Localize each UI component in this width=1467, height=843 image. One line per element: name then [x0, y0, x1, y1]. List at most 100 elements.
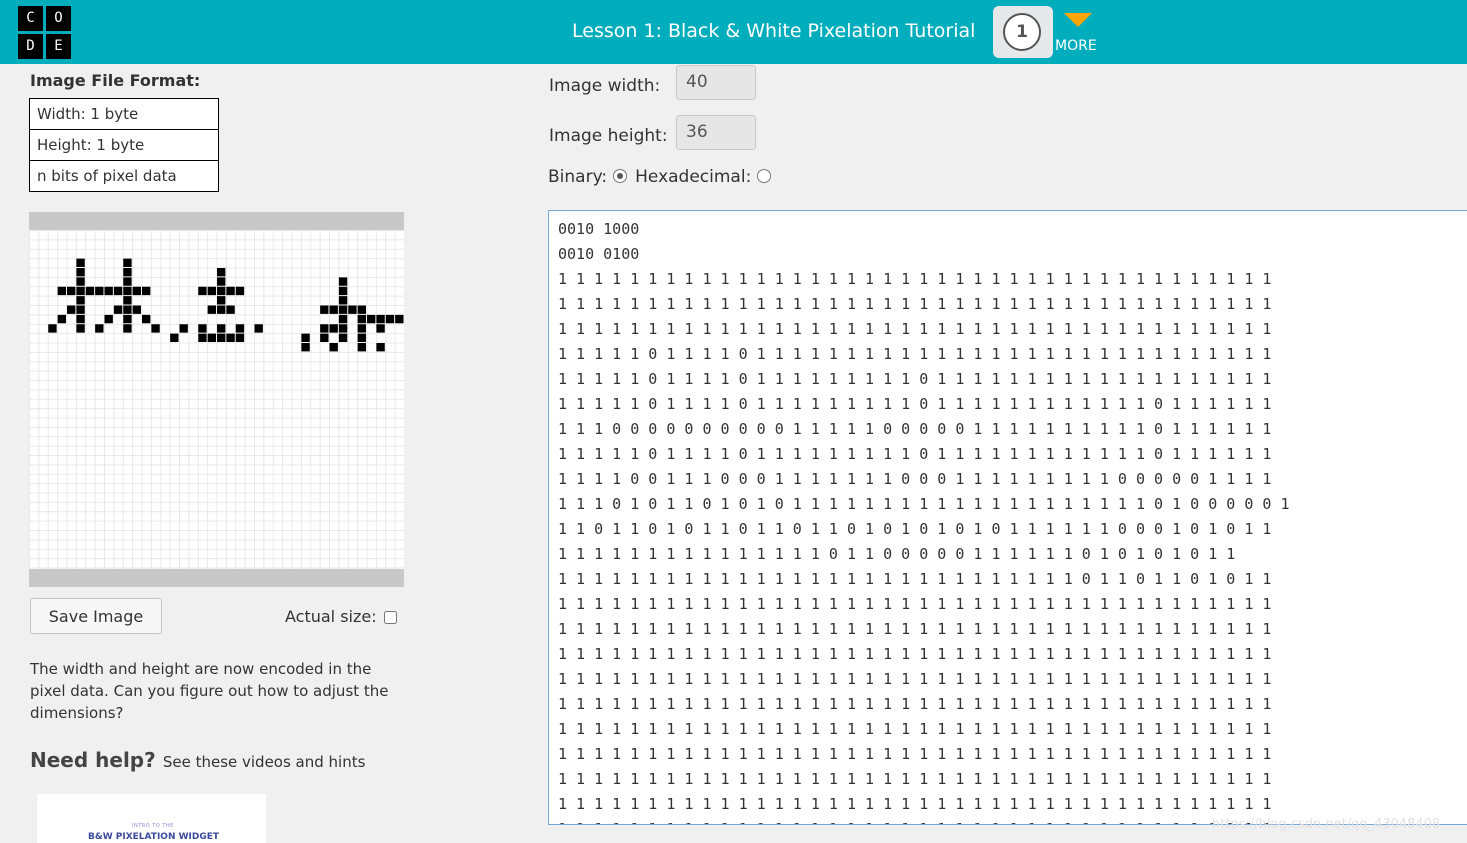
- black-pixel: [198, 324, 207, 333]
- pixel-data-line: 1 1 1 1 1 1 1 1 1 1 1 1 1 1 1 1 1 1 1 1 …: [558, 645, 1272, 663]
- black-pixel: [123, 314, 132, 324]
- black-pixel: [123, 286, 132, 296]
- black-pixel: [338, 296, 348, 305]
- black-pixel: [123, 296, 132, 305]
- black-pixel: [57, 286, 67, 296]
- canvas-scrollbar-top: [29, 212, 404, 230]
- black-pixel: [76, 324, 85, 333]
- black-pixel: [367, 314, 376, 324]
- black-pixel: [76, 296, 85, 305]
- pixel-data-line: 1 1 1 1 1 0 1 1 1 1 0 1 1 1 1 1 1 1 1 1 …: [558, 395, 1272, 413]
- black-pixel: [217, 324, 226, 333]
- black-pixel: [235, 324, 245, 333]
- pixel-data-line: 1 1 0 1 1 0 1 0 1 1 0 1 1 0 1 1 0 1 0 1 …: [558, 520, 1272, 538]
- image-height-field[interactable]: 36: [676, 115, 756, 150]
- black-pixel: [301, 343, 310, 352]
- actual-size-checkbox[interactable]: [383, 611, 397, 624]
- binary-radio[interactable]: [613, 169, 628, 183]
- black-pixel: [376, 324, 385, 333]
- black-pixel: [76, 277, 85, 286]
- black-pixel: [235, 333, 245, 343]
- video-thumbnail[interactable]: INTRO TO THE B&W PIXELATION WIDGET: [37, 794, 266, 843]
- actual-size-control: Actual size:: [285, 607, 397, 626]
- video-title: B&W PIXELATION WIDGET: [88, 832, 220, 842]
- actual-size-label: Actual size:: [285, 607, 377, 626]
- hexadecimal-label: Hexadecimal:: [635, 167, 752, 187]
- black-pixel: [320, 324, 329, 333]
- black-pixel: [198, 333, 207, 343]
- help-subtitle: See these videos and hints: [162, 753, 366, 771]
- logo-letter: C: [18, 6, 43, 31]
- black-pixel: [123, 268, 132, 277]
- pixel-data-line: 1 1 1 1 1 1 1 1 1 1 1 1 1 1 1 1 1 1 1 1 …: [558, 320, 1272, 338]
- black-pixel: [329, 343, 338, 352]
- black-pixel: [226, 333, 235, 343]
- black-pixel: [217, 277, 226, 286]
- pixel-data-line: 1 1 1 1 1 1 1 1 1 1 1 1 1 1 1 1 1 1 1 1 …: [558, 720, 1272, 738]
- black-pixel: [123, 305, 132, 314]
- black-pixel: [357, 333, 367, 343]
- pixel-data-line: 0010 0100: [558, 245, 640, 263]
- black-pixel: [113, 286, 123, 296]
- format-table: Width: 1 byte Height: 1 byte n bits of p…: [29, 98, 219, 192]
- level-bubble[interactable]: 1: [993, 6, 1053, 58]
- level-number: 1: [1003, 13, 1041, 51]
- black-pixel: [217, 286, 226, 296]
- black-pixel: [329, 305, 338, 314]
- black-pixel: [95, 286, 104, 296]
- black-pixel: [76, 314, 85, 324]
- black-pixel: [207, 286, 217, 296]
- black-pixel: [348, 305, 357, 314]
- pixel-data-line: 1 1 1 1 1 0 1 1 1 1 0 1 1 1 1 1 1 1 1 1 …: [558, 445, 1272, 463]
- black-pixel: [217, 333, 226, 343]
- pixel-data-line: 1 1 1 1 1 1 1 1 1 1 1 1 1 1 1 1 1 1 1 1 …: [558, 670, 1272, 688]
- pixel-data-line: 0010 1000: [558, 220, 640, 238]
- pixel-data-line: 1 1 1 1 1 0 1 1 1 1 0 1 1 1 1 1 1 1 1 1 …: [558, 345, 1272, 363]
- pixel-data-line: 1 1 1 1 1 1 1 1 1 1 1 1 1 1 1 1 1 1 1 1 …: [558, 620, 1272, 638]
- black-pixel: [338, 324, 348, 333]
- black-pixel: [217, 296, 226, 305]
- black-pixel: [226, 305, 235, 314]
- black-pixel: [217, 268, 226, 277]
- black-pixel: [76, 268, 85, 277]
- logo-letter: O: [46, 6, 71, 31]
- black-pixel: [235, 286, 245, 296]
- image-width-field[interactable]: 40: [676, 65, 756, 100]
- black-pixel: [151, 324, 160, 333]
- save-image-button[interactable]: Save Image: [30, 598, 162, 634]
- black-pixel: [385, 314, 395, 324]
- image-width-label: Image width:: [549, 76, 661, 96]
- hexadecimal-radio[interactable]: [757, 169, 772, 183]
- black-pixel: [76, 305, 85, 314]
- pixel-data-line: 1 1 1 1 1 1 1 1 1 1 1 1 1 1 1 1 1 1 1 1 …: [558, 595, 1272, 613]
- black-pixel: [320, 305, 329, 314]
- black-pixel: [395, 314, 404, 324]
- black-pixel: [329, 324, 338, 333]
- pixel-data-line: 1 1 1 0 1 0 1 1 0 1 0 1 0 1 1 1 1 1 1 1 …: [558, 495, 1290, 513]
- black-pixel: [142, 314, 151, 324]
- black-pixel: [123, 277, 132, 286]
- format-row: Width: 1 byte: [29, 98, 219, 130]
- code-logo[interactable]: C O D E: [18, 6, 71, 59]
- help-section: Need help? See these videos and hints: [30, 748, 365, 772]
- black-pixel: [338, 333, 348, 343]
- black-pixel: [95, 324, 104, 333]
- more-arrow-icon[interactable]: [1064, 13, 1092, 27]
- pixel-data-textarea[interactable]: 0010 1000 0010 0100 1 1 1 1 1 1 1 1 1 1 1 …: [548, 210, 1467, 825]
- black-pixel: [104, 286, 113, 296]
- video-subtitle: INTRO TO THE: [132, 823, 174, 829]
- pixel-data-line: 1 1 1 1 1 1 1 1 1 1 1 1 1 1 1 1 1 1 1 1 …: [558, 570, 1272, 588]
- help-title: Need help?: [30, 748, 156, 772]
- black-pixel: [207, 333, 217, 343]
- black-pixel: [123, 258, 132, 268]
- black-pixel: [142, 286, 151, 296]
- pixel-canvas[interactable]: [29, 212, 404, 587]
- logo-letter: E: [46, 34, 71, 59]
- format-radio-group: Binary: Hexadecimal:: [548, 167, 779, 187]
- black-pixel: [85, 286, 95, 296]
- black-pixel: [57, 314, 67, 324]
- pixel-data-line: 1 1 1 1 1 1 1 1 1 1 1 1 1 1 1 1 1 1 1 1 …: [558, 270, 1272, 288]
- watermark: https://blog.csdn.net/qq_43048408: [1212, 817, 1441, 832]
- format-row: n bits of pixel data: [29, 160, 219, 192]
- more-button[interactable]: MORE: [1055, 38, 1097, 54]
